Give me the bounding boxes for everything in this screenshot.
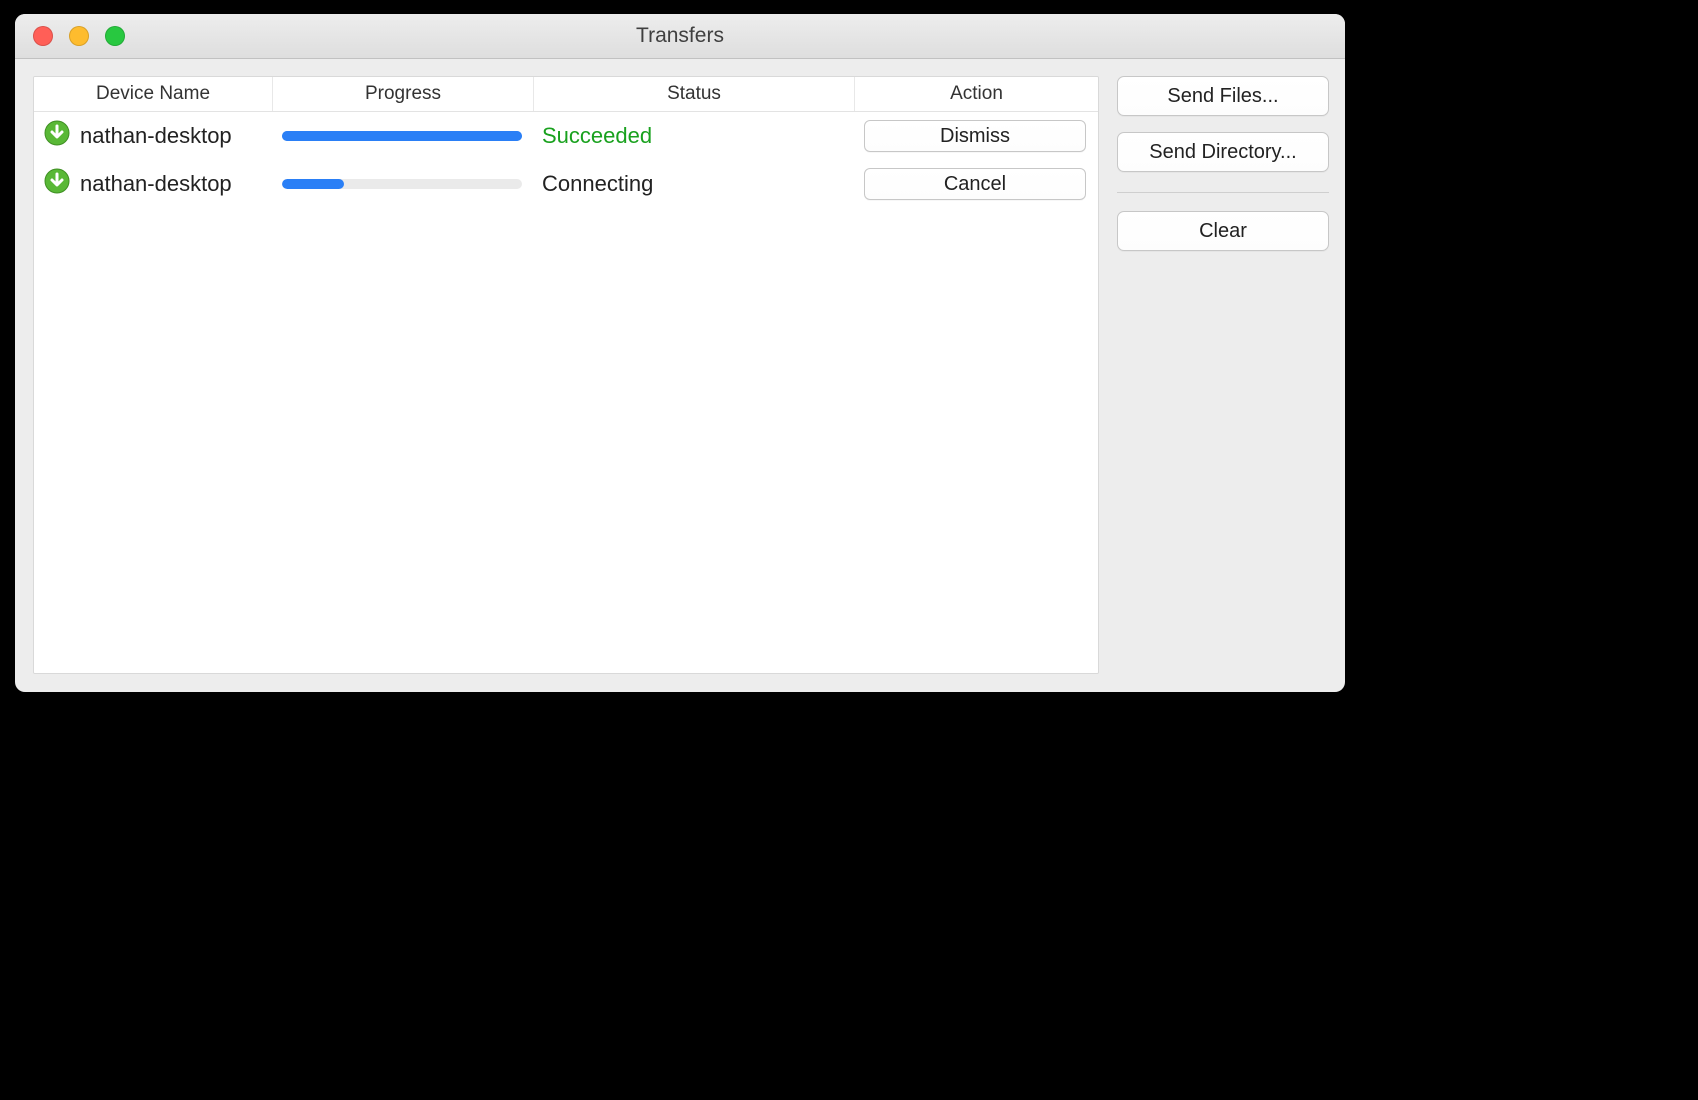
progress-fill (282, 131, 522, 141)
progress-fill (282, 179, 344, 189)
column-header-progress[interactable]: Progress (273, 77, 534, 111)
device-name-label: nathan-desktop (80, 171, 232, 197)
transfers-window: Transfers Device Name Progress Status Ac… (15, 14, 1345, 692)
window-body: Device Name Progress Status Action (15, 58, 1345, 692)
send-directory-button[interactable]: Send Directory... (1117, 132, 1329, 172)
fullscreen-window-button[interactable] (105, 26, 125, 46)
traffic-lights (15, 26, 125, 46)
transfers-table: Device Name Progress Status Action (33, 76, 1099, 674)
table-row[interactable]: nathan-desktop Succeeded Dismiss (34, 112, 1098, 160)
status-label: Connecting (532, 171, 852, 197)
table-row[interactable]: nathan-desktop Connecting Cancel (34, 160, 1098, 208)
sidepanel: Send Files... Send Directory... Clear (1113, 58, 1345, 692)
clear-button[interactable]: Clear (1117, 211, 1329, 251)
titlebar[interactable]: Transfers (15, 14, 1345, 59)
column-header-status[interactable]: Status (534, 77, 855, 111)
progress-cell (272, 179, 532, 189)
cancel-button[interactable]: Cancel (864, 168, 1086, 200)
device-name-label: nathan-desktop (80, 123, 232, 149)
table-body: nathan-desktop Succeeded Dismiss (34, 112, 1098, 673)
device-cell: nathan-desktop (34, 120, 272, 152)
table-header: Device Name Progress Status Action (34, 77, 1098, 112)
main-area: Device Name Progress Status Action (15, 58, 1113, 692)
download-arrow-icon (44, 120, 70, 152)
status-label: Succeeded (532, 123, 852, 149)
send-files-button[interactable]: Send Files... (1117, 76, 1329, 116)
progress-bar (282, 131, 522, 141)
dismiss-button[interactable]: Dismiss (864, 120, 1086, 152)
download-arrow-icon (44, 168, 70, 200)
column-header-device[interactable]: Device Name (34, 77, 273, 111)
window-title: Transfers (15, 24, 1345, 48)
device-cell: nathan-desktop (34, 168, 272, 200)
action-cell: Cancel (852, 168, 1098, 200)
close-window-button[interactable] (33, 26, 53, 46)
column-header-action[interactable]: Action (855, 77, 1098, 111)
progress-cell (272, 131, 532, 141)
action-cell: Dismiss (852, 120, 1098, 152)
sidepanel-divider (1117, 192, 1329, 193)
minimize-window-button[interactable] (69, 26, 89, 46)
progress-bar (282, 179, 522, 189)
